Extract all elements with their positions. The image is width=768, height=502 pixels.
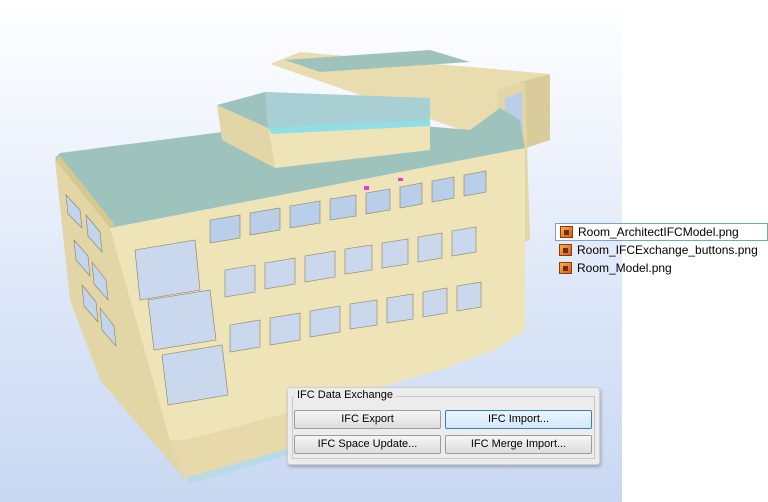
png-file-icon — [559, 262, 572, 274]
file-item-room-model[interactable]: Room_Model.png — [555, 259, 768, 277]
png-file-icon — [559, 244, 572, 256]
file-name: Room_ArchitectIFCModel.png — [578, 225, 739, 239]
group-title: IFC Data Exchange — [294, 389, 396, 401]
ifc-export-button[interactable]: IFC Export — [294, 410, 441, 429]
ifc-space-update-button[interactable]: IFC Space Update... — [294, 435, 441, 454]
file-item-room-ifc-exchange-buttons[interactable]: Room_IFCExchange_buttons.png — [555, 241, 768, 259]
ifc-merge-import-button[interactable]: IFC Merge Import... — [445, 435, 592, 454]
file-name: Room_Model.png — [577, 261, 672, 275]
file-item-room-architect-ifc-model[interactable]: Room_ArchitectIFCModel.png — [555, 223, 768, 241]
file-list: Room_ArchitectIFCModel.png Room_IFCExcha… — [555, 223, 768, 277]
png-file-icon — [560, 226, 573, 238]
ifc-data-exchange-panel: IFC Data Exchange IFC Export IFC Import.… — [287, 387, 600, 465]
file-name: Room_IFCExchange_buttons.png — [577, 243, 758, 257]
ifc-import-button[interactable]: IFC Import... — [445, 410, 592, 429]
